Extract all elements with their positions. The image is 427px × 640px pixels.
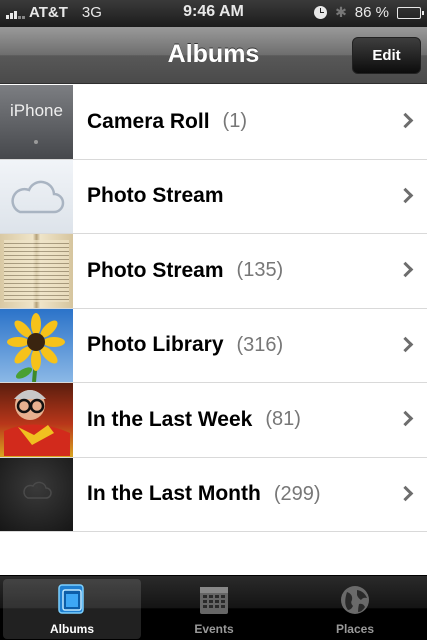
album-count: (81) [265, 408, 301, 430]
tab-albums[interactable]: Albums [3, 579, 141, 639]
person-thumbnail [0, 383, 73, 457]
chevron-right-icon [397, 112, 414, 129]
battery-percent: 86 % [354, 4, 389, 21]
album-count: (316) [236, 333, 284, 356]
albums-icon [58, 584, 84, 614]
status-bar: AT&T 3G 9:46 AM ✱ 86 % [0, 0, 427, 27]
bluetooth-icon: ✱ [335, 4, 347, 20]
row-text: Photo Library (316) [87, 309, 283, 382]
album-row-photo-library[interactable]: Photo Library (316) [0, 308, 427, 383]
chevron-right-icon [397, 485, 414, 501]
album-list: iPhone Camera Roll (1) Photo Stream Phot… [0, 85, 427, 532]
tab-label: Events [194, 622, 234, 636]
album-name: In the Last Week [87, 407, 253, 431]
album-row-camera-roll[interactable]: iPhone Camera Roll (1) [0, 85, 427, 160]
tab-places[interactable]: Places [286, 579, 424, 639]
status-right: ✱ 86 % [314, 4, 424, 21]
edit-button[interactable]: Edit [352, 37, 421, 74]
book-text-lines [4, 240, 69, 302]
row-text: In the Last Month (299) [87, 458, 321, 531]
row-text: Photo Stream (135) [87, 234, 283, 307]
globe-icon [341, 586, 369, 614]
album-name: In the Last Month [87, 482, 261, 505]
album-name: Photo Stream [87, 258, 224, 282]
tab-events[interactable]: Events [145, 579, 283, 639]
album-count: (1) [222, 110, 247, 132]
chevron-right-icon [397, 336, 414, 352]
camera-roll-thumbnail: iPhone [0, 85, 73, 159]
clock-icon [314, 6, 328, 19]
battery-icon [397, 6, 424, 19]
thumbnail-label: iPhone [10, 101, 63, 120]
thumbnail-dot [34, 140, 38, 144]
row-text: Photo Stream [87, 160, 224, 233]
chevron-right-icon [397, 410, 414, 427]
album-row-photo-stream-135[interactable]: Photo Stream (135) [0, 234, 427, 309]
row-text: In the Last Week (81) [87, 383, 301, 456]
album-row-last-week[interactable]: In the Last Week (81) [0, 383, 427, 458]
navigation-bar: Albums Edit [0, 27, 427, 84]
album-name: Camera Roll [87, 109, 210, 133]
cloud-icon [0, 457, 73, 531]
chevron-right-icon [397, 187, 414, 203]
cloud-icon [0, 159, 73, 233]
book-thumbnail [0, 234, 73, 308]
album-row-photo-stream[interactable]: Photo Stream [0, 159, 427, 234]
album-count: (299) [273, 482, 321, 505]
sunflower-thumbnail [0, 308, 73, 382]
chevron-right-icon [397, 261, 414, 278]
tab-bar: Albums Events Places [0, 575, 427, 640]
tab-label: Places [335, 622, 375, 636]
calendar-icon [200, 587, 228, 614]
album-name: Photo Library [87, 333, 224, 356]
tab-label: Albums [49, 622, 94, 636]
row-text: Camera Roll (1) [87, 85, 247, 158]
album-name: Photo Stream [87, 184, 224, 207]
album-row-last-month[interactable]: In the Last Month (299) [0, 457, 427, 532]
album-count: (135) [236, 259, 284, 281]
